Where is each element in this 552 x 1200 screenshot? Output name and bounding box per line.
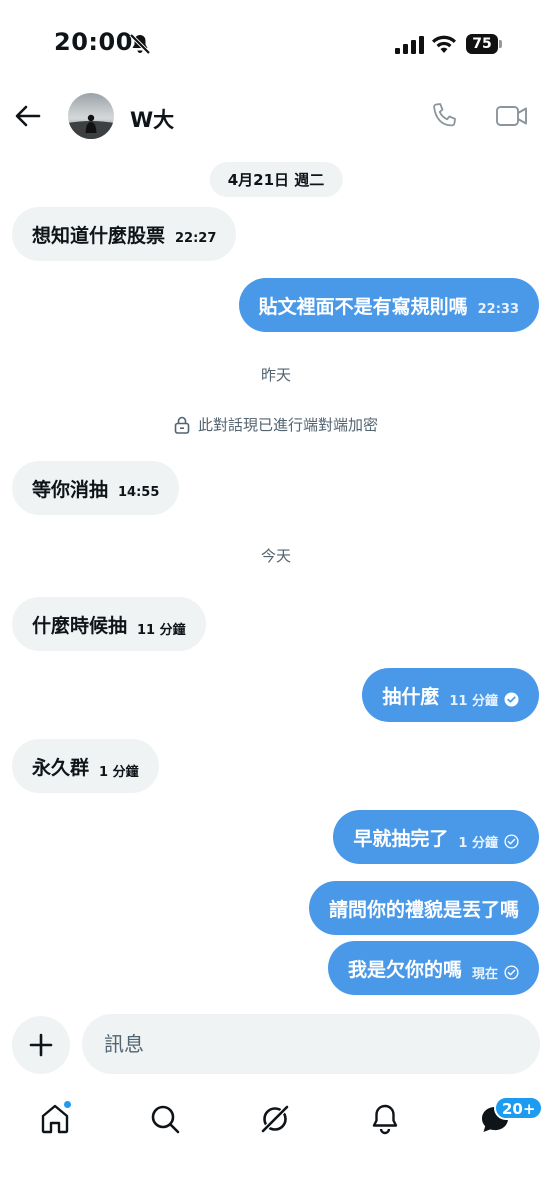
message-text: 早就抽完了 [353,827,449,850]
message-incoming[interactable]: 等你消抽 14:55 [12,461,180,515]
grok-icon[interactable] [258,1102,292,1136]
encryption-note-text: 此對話現已進行端對端加密 [197,416,378,434]
message-text: 什麼時候抽 [32,614,128,637]
battery-level: 75 [466,34,498,54]
video-call-icon[interactable] [495,101,529,131]
home-notification-dot [63,1100,72,1109]
message-outgoing[interactable]: 早就抽完了 1 分鐘 [333,810,539,864]
message-text: 想知道什麼股票 [32,224,166,247]
message-time: 11 分鐘 [137,622,186,638]
message-incoming[interactable]: 什麼時候抽 11 分鐘 [12,597,206,651]
message-text: 我是欠你的嗎 [347,958,462,981]
message-input[interactable] [82,1014,540,1074]
sent-check-icon [504,964,519,980]
sent-check-icon [504,833,519,849]
phone-call-icon[interactable] [430,101,460,131]
message-time: 22:33 [477,301,519,317]
read-check-icon [504,692,519,706]
messages-badge: 20+ [494,1096,544,1120]
message-time: 現在 [471,966,498,982]
message-incoming[interactable]: 永久群 1 分鐘 [12,739,159,793]
message-time: 11 分鐘 [449,693,498,709]
message-incoming[interactable]: 想知道什麼股票 22:27 [12,207,237,261]
message-text: 貼文裡面不是有寫規則嗎 [258,295,468,318]
status-bar: 20:00 75 [0,0,552,90]
message-outgoing[interactable]: 請問你的禮貌是丟了嗎 [308,881,539,935]
notifications-bell-icon[interactable] [368,1102,402,1136]
message-time: 14:55 [118,484,160,500]
add-attachment-button[interactable] [12,1016,70,1074]
message-text: 請問你的禮貌是丟了嗎 [328,898,519,921]
day-label-yesterday: 昨天 [260,366,291,384]
message-text: 等你消抽 [32,478,109,501]
encryption-note: 此對話現已進行端對端加密 [0,414,552,438]
avatar[interactable] [68,93,114,139]
message-outgoing[interactable]: 貼文裡面不是有寫規則嗎 22:33 [238,278,539,332]
date-separator: 4月21日 週二 [209,162,343,197]
lock-icon [174,416,190,434]
bottom-nav: 20+ [0,1088,552,1152]
day-label-today: 今天 [260,547,291,565]
signal-icon [395,36,424,54]
search-icon[interactable] [148,1102,182,1136]
message-outgoing[interactable]: 我是欠你的嗎 現在 [327,941,539,995]
bell-off-icon [129,33,151,55]
conversation-header: W大 [0,90,552,144]
status-time: 20:00 [54,28,133,56]
message-outgoing[interactable]: 抽什麼 11 分鐘 [362,668,539,722]
battery-icon: 75 [466,34,502,54]
plus-icon [29,1033,53,1057]
wifi-icon [432,35,456,53]
back-arrow-icon[interactable] [14,102,42,130]
message-time: 22:27 [175,230,217,246]
contact-name[interactable]: W大 [130,104,174,134]
message-time: 1 分鐘 [99,764,139,780]
message-time: 1 分鐘 [458,835,498,851]
message-text: 抽什麼 [382,685,440,708]
message-text: 永久群 [32,756,90,779]
